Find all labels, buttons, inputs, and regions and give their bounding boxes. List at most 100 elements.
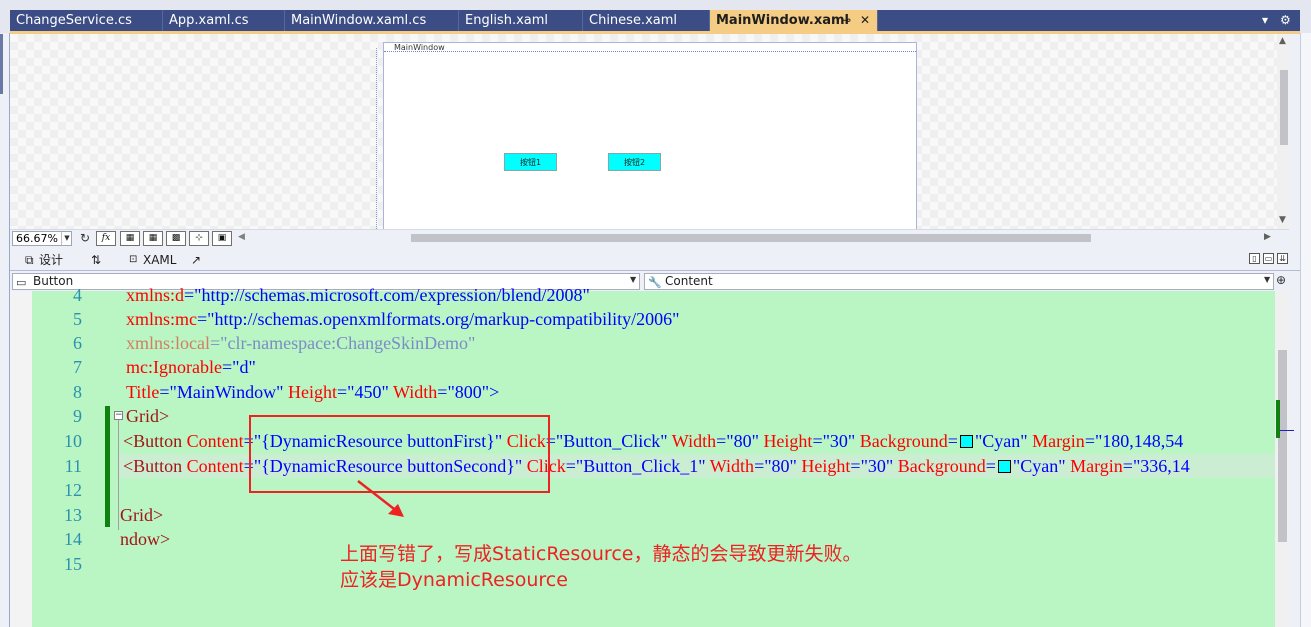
scroll-up-icon[interactable]: ▲ [1279,36,1286,46]
design-button-1[interactable]: 按钮1 [504,153,557,171]
code-token: ="Button_Click_1" [565,456,706,476]
code-token: ="30" [812,431,856,451]
code-line-8[interactable]: Title="MainWindow" Height="450" Width="8… [126,380,499,404]
tab-chinese-xaml[interactable]: Chinese.xaml [583,10,710,31]
code-token: Width [388,382,438,402]
code-token: Margin [1065,456,1123,476]
zoom-dropdown-icon[interactable]: ▼ [61,232,72,245]
line-number: 15 [64,554,82,574]
code-token: "Cyan" [1012,456,1066,476]
design-view-icon[interactable]: ⧉ [25,251,34,269]
horizontal-split-icon[interactable]: ▭ [1263,253,1274,264]
vertical-split-icon[interactable]: ▯ [1249,253,1260,264]
tab-mainwindow-xaml[interactable]: MainWindow.xaml [710,10,878,31]
design-view-tab[interactable]: 设计 [39,251,63,269]
code-token: Height [796,456,851,476]
refresh-icon[interactable]: ↻ [80,231,90,246]
code-token: ="http://schemas.openxmlformats.org/mark… [197,309,680,329]
code-line-14[interactable]: ndow> [120,527,170,551]
color-swatch-icon[interactable] [959,435,973,448]
line-number: 7 [73,357,82,377]
color-swatch-icon[interactable] [997,460,1011,473]
line-number: 5 [73,309,82,329]
annotation-text-line-2: 应该是DynamicResource [340,569,568,591]
right-dock-panel [1300,33,1311,627]
line-number: 12 [64,480,82,500]
code-token: mc:Ignorable [126,357,222,377]
code-token: xmlns:mc [126,309,197,329]
scroll-down-icon[interactable]: ▼ [1279,215,1286,225]
popout-icon[interactable]: ↗ [191,251,201,269]
code-line-6[interactable]: xmlns:local="clr-namespace:ChangeSkinDem… [126,331,475,355]
code-token: = [985,456,996,476]
property-dropdown[interactable]: Content [644,273,1274,290]
chevron-down-icon[interactable]: ▼ [1264,275,1270,284]
split-editor-icon[interactable]: ⊕ [1276,273,1286,287]
code-token: Title [126,382,160,402]
code-token: <Button [123,456,183,476]
code-token: Content [182,431,244,451]
code-line-9[interactable]: Grid> [126,404,169,428]
designer-hscroll-thumb[interactable] [411,234,1091,242]
code-token: "Cyan" [974,431,1028,451]
pin-icon[interactable]: ⊸ [841,10,851,31]
code-token: > [489,382,500,402]
line-number: 10 [64,431,82,451]
tab-app-xaml-cs[interactable]: App.xaml.cs [163,10,285,31]
design-button-2[interactable]: 按钮2 [608,153,661,171]
line-number: 9 [73,406,82,426]
code-token: ="80" [716,431,759,451]
left-dock-rail[interactable] [0,34,3,94]
swap-panes-button[interactable]: ⇅ [91,251,101,269]
line-number: 11 [64,456,82,476]
wrench-icon: 🔧 [648,276,662,289]
line-number: 6 [73,333,82,353]
tab-changeservice-cs[interactable]: ChangeService.cs [10,10,163,31]
code-token: ="800" [437,382,490,402]
snap-lines-icon[interactable]: ⊹ [189,231,209,246]
xaml-view-icon[interactable]: ⊡ [129,251,137,269]
settings-gear-icon[interactable]: ⚙ [1280,10,1291,31]
designer-scroll-thumb[interactable] [1280,70,1288,145]
tab-english-xaml[interactable]: English.xaml [459,10,583,31]
xaml-view-tab[interactable]: XAML [143,251,176,269]
code-token: Background [893,456,986,476]
design-ruler [376,48,378,229]
line-number: 4 [73,285,82,305]
code-token: ="180,148,54 [1084,431,1184,451]
code-line-7[interactable]: mc:Ignorable="d" [126,355,256,379]
collapse-pane-icon[interactable]: ⇊ [1277,253,1288,264]
code-token: ="336,14 [1122,456,1190,476]
code-token: ="30" [850,456,894,476]
snap-grid-icon[interactable]: ▦ [143,231,163,246]
code-token: ="Button_Click" [545,431,668,451]
design-window-frame[interactable] [383,42,917,229]
code-token: ="80" [754,456,797,476]
artboard-icon[interactable]: ▩ [166,231,186,246]
change-indicator [105,406,110,527]
code-token: ="clr-namespace:ChangeSkinDemo" [210,333,476,353]
code-token: Height [758,431,813,451]
fx-icon[interactable]: fx [96,231,116,246]
editor-scroll-thumb[interactable] [1278,350,1287,542]
design-window-title: MainWindow [394,43,445,52]
code-token: xmlns:local [126,333,210,353]
code-token: Background [855,431,948,451]
grid-icon[interactable]: ▦ [120,231,140,246]
collapse-icon[interactable]: − [114,411,123,420]
scroll-right-icon[interactable]: ▶ [1264,232,1271,242]
code-token: xmlns:d [126,285,185,305]
split-view-bar [10,249,1300,271]
chevron-down-icon[interactable]: ▼ [630,275,636,284]
tab-overflow-icon[interactable]: ▾ [1262,10,1268,31]
code-token: = [947,431,958,451]
element-icon: ▭ [16,276,27,289]
code-line-13[interactable]: Grid> [120,503,163,527]
project-code-icon[interactable]: ▣ [212,231,232,246]
code-token: Width [667,431,717,451]
tab-mainwindow-xaml-cs[interactable]: MainWindow.xaml.cs [285,10,459,31]
close-icon[interactable]: ✕ [860,10,870,31]
code-line-5[interactable]: xmlns:mc="http://schemas.openxmlformats.… [126,307,679,331]
code-token: ="MainWindow" [159,382,284,402]
code-line-4[interactable]: xmlns:d="http://schemas.microsoft.com/ex… [126,283,590,307]
